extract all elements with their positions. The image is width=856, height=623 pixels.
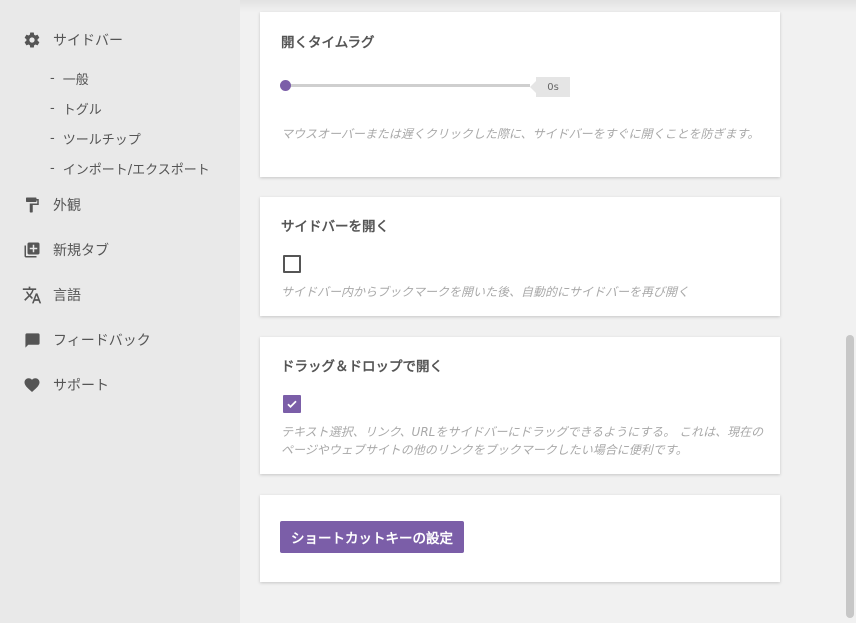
checkmark-icon (287, 400, 297, 408)
sidebar-item-new-tab[interactable]: 新規タブ (22, 238, 109, 262)
sidebar-subitem-label: トグル (62, 103, 102, 118)
drag-drop-checkbox[interactable] (283, 395, 301, 413)
slider-track[interactable] (285, 84, 530, 87)
scrollbar[interactable] (845, 0, 856, 623)
sidebar-subitem-label: 一般 (62, 73, 89, 88)
open-sidebar-description: サイドバー内からブックマークを開いた後、自動的にサイドバーを再び開く (281, 285, 690, 299)
sidebar-item-label: 外観 (53, 198, 81, 214)
open-delay-title: 開くタイムラグ (281, 35, 375, 51)
sub-dash: - (50, 101, 55, 116)
comment-icon (22, 330, 42, 350)
sub-dash: - (50, 71, 55, 86)
sidebar-subitem-general[interactable]: - 一般 (50, 69, 89, 88)
translate-icon (22, 285, 42, 305)
sub-dash: - (50, 131, 55, 146)
sidebar-item-label: フィードバック (53, 333, 151, 349)
open-sidebar-checkbox[interactable] (283, 255, 301, 273)
drag-drop-card: ドラッグ＆ドロップで開く テキスト選択、リンク、URLをサイドバーにドラッグでき… (260, 337, 780, 474)
sidebar: サイドバー - 一般 - トグル - ツールチップ - インポート/エクスポート… (0, 0, 240, 623)
open-sidebar-card: サイドバーを開く サイドバー内からブックマークを開いた後、自動的にサイドバーを再… (260, 197, 780, 316)
drag-drop-title: ドラッグ＆ドロップで開く (281, 359, 443, 375)
drag-drop-description: テキスト選択、リンク、URLをサイドバーにドラッグできるようにする。 これは、現… (281, 425, 764, 457)
sidebar-subitem-import-export[interactable]: - インポート/エクスポート (50, 159, 210, 178)
sidebar-item-label: 言語 (53, 288, 81, 304)
sidebar-subitem-toggle[interactable]: - トグル (50, 99, 102, 118)
sidebar-item-sidebar[interactable]: サイドバー (22, 28, 123, 52)
sidebar-item-label: 新規タブ (53, 243, 109, 259)
sidebar-item-label: サイドバー (53, 33, 123, 49)
sidebar-subitem-label: ツールチップ (62, 133, 141, 148)
sidebar-item-language[interactable]: 言語 (22, 283, 81, 307)
sub-dash: - (50, 161, 55, 176)
new-tab-icon (22, 240, 42, 260)
gear-icon (22, 30, 42, 50)
sidebar-subitem-label: インポート/エクスポート (62, 163, 210, 178)
slider-value-label: 0s (530, 77, 570, 97)
sidebar-item-label: サポート (53, 378, 109, 394)
open-delay-card: 開くタイムラグ 0s マウスオーバーまたは遅くクリックした際に、サイドバーをすぐ… (260, 12, 780, 177)
paint-roller-icon (22, 195, 42, 215)
sidebar-item-support[interactable]: サポート (22, 373, 109, 397)
shortcut-card: ショートカットキーの設定 (260, 495, 780, 582)
open-delay-description: マウスオーバーまたは遅くクリックした際に、サイドバーをすぐに開くことを防ぎます。 (281, 127, 760, 141)
sidebar-item-feedback[interactable]: フィードバック (22, 328, 151, 352)
sidebar-item-appearance[interactable]: 外観 (22, 193, 81, 217)
top-shadow (240, 0, 856, 12)
scrollbar-thumb[interactable] (846, 335, 854, 618)
shortcut-settings-button[interactable]: ショートカットキーの設定 (280, 521, 464, 553)
slider-thumb[interactable] (280, 80, 291, 91)
sidebar-subitem-tooltip[interactable]: - ツールチップ (50, 129, 141, 148)
heart-icon (22, 375, 42, 395)
open-sidebar-title: サイドバーを開く (281, 219, 389, 235)
